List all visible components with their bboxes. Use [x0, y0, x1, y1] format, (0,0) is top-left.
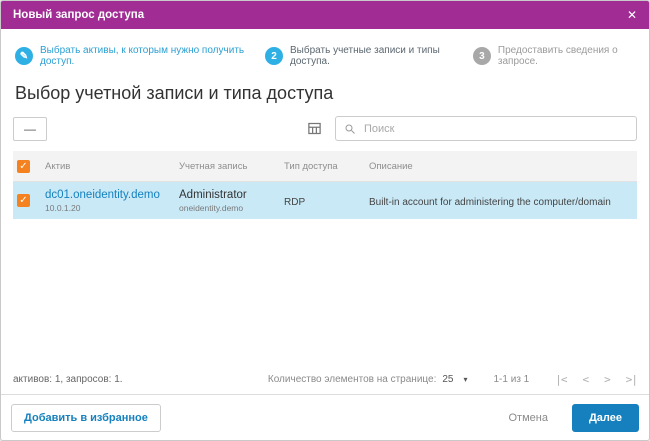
- step-select-accounts[interactable]: 2 Выбрать учетные записи и типы доступа.: [265, 45, 453, 67]
- page-title: Выбор учетной записи и типа доступа: [15, 83, 635, 104]
- search-input[interactable]: [362, 122, 628, 136]
- column-header-asset[interactable]: Актив: [45, 161, 179, 172]
- search-icon: [344, 123, 356, 135]
- page-range: 1-1 из 1: [494, 374, 530, 385]
- first-page-icon[interactable]: |<: [555, 373, 566, 386]
- grid-toolbar: —: [1, 116, 649, 141]
- step-2-label: Выбрать учетные записи и типы доступа.: [290, 45, 453, 67]
- pagination-controls: |< < > >|: [555, 373, 637, 386]
- status-bar: активов: 1, запросов: 1. Количество элем…: [1, 373, 649, 394]
- step-3-label: Предоставить сведения о запросе.: [498, 45, 635, 67]
- step-select-assets[interactable]: ✎ Выбрать активы, к которым нужно получи…: [15, 45, 245, 67]
- select-none-button[interactable]: —: [13, 117, 47, 141]
- table-row[interactable]: ✓ dc01.oneidentity.demo 10.0.1.20 Admini…: [13, 182, 637, 219]
- step-2-circle: 2: [265, 47, 283, 65]
- page-size-select[interactable]: 25 ▾: [442, 374, 467, 385]
- dialog-titlebar: Новый запрос доступа ✕: [1, 1, 649, 29]
- column-header-description[interactable]: Описание: [369, 161, 637, 172]
- chevron-down-icon: ▾: [463, 375, 467, 384]
- next-page-icon[interactable]: >: [604, 373, 610, 386]
- dialog-title: Новый запрос доступа: [13, 9, 627, 21]
- last-page-icon[interactable]: >|: [626, 373, 637, 386]
- pencil-icon: ✎: [20, 51, 28, 62]
- access-type-value: RDP: [284, 197, 305, 208]
- selection-summary: активов: 1, запросов: 1.: [13, 374, 123, 385]
- step-1-label: Выбрать активы, к которым нужно получить…: [40, 45, 245, 67]
- next-button[interactable]: Далее: [572, 404, 639, 432]
- column-header-access-type[interactable]: Тип доступа: [284, 161, 369, 172]
- empty-area: [1, 219, 649, 373]
- select-all-checkbox[interactable]: ✓: [17, 160, 30, 173]
- add-to-favorites-button[interactable]: Добавить в избранное: [11, 404, 161, 432]
- new-access-request-dialog: Новый запрос доступа ✕ ✎ Выбрать активы,…: [0, 0, 650, 441]
- account-description: Built-in account for administering the c…: [369, 197, 611, 208]
- search-box: [335, 116, 637, 141]
- row-checkbox[interactable]: ✓: [17, 194, 30, 207]
- account-domain: oneidentity.demo: [179, 203, 284, 213]
- column-header-account[interactable]: Учетная запись: [179, 161, 284, 172]
- page-size-label: Количество элементов на странице:: [268, 374, 436, 385]
- prev-page-icon[interactable]: <: [583, 373, 589, 386]
- cancel-button[interactable]: Отмена: [508, 412, 547, 424]
- step-3-circle: 3: [473, 47, 491, 65]
- step-1-circle: ✎: [15, 47, 33, 65]
- page-size-value: 25: [442, 374, 453, 385]
- accounts-table: ✓ Актив Учетная запись Тип доступа Описа…: [13, 151, 637, 219]
- dialog-action-bar: Добавить в избранное Отмена Далее: [1, 394, 649, 440]
- close-icon[interactable]: ✕: [627, 9, 637, 21]
- account-name: Administrator: [179, 188, 284, 202]
- wizard-stepper: ✎ Выбрать активы, к которым нужно получи…: [1, 29, 649, 67]
- asset-name: dc01.oneidentity.demo: [45, 188, 179, 202]
- column-picker-icon[interactable]: [301, 117, 327, 141]
- table-header-row: ✓ Актив Учетная запись Тип доступа Описа…: [13, 151, 637, 182]
- step-request-details: 3 Предоставить сведения о запросе.: [473, 45, 635, 67]
- asset-ip: 10.0.1.20: [45, 203, 179, 213]
